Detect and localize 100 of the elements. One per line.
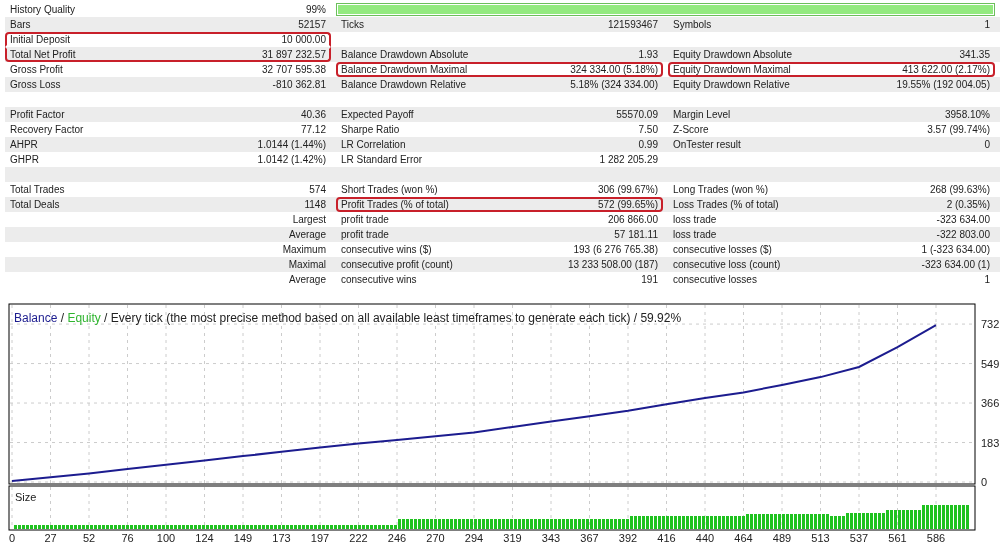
stat-label: profit trade <box>341 214 389 225</box>
stat-value: 324 334.00 (5.18%) <box>570 64 658 75</box>
stat-value: 2 (0.35%) <box>946 199 990 210</box>
stat-value: 0 <box>984 139 990 150</box>
x-axis-label: 440 <box>695 532 715 544</box>
stat-value: 40.36 <box>300 109 326 120</box>
stat-value: 306 (99.67%) <box>597 184 658 195</box>
stat-label: LR Correlation <box>341 139 406 150</box>
stat-value: 268 (99.63%) <box>929 184 990 195</box>
x-axis-label: 367 <box>580 532 599 544</box>
stat-value: 3958.10% <box>944 109 990 120</box>
row-caption: Maximal <box>288 259 326 270</box>
stat-value: 5.18% (324 334.00) <box>570 79 658 90</box>
stat-value: 1.0144 (1.44%) <box>257 139 326 150</box>
x-axis-label: 513 <box>811 532 830 544</box>
chart-title: Balance / Equity / Every tick (the most precise method based on all available least timeframes to generate each tick) / 59.92% <box>14 311 682 325</box>
stat-label: consecutive profit (count) <box>341 259 453 270</box>
stat-label: Initial Deposit <box>10 34 71 45</box>
stat-label: OnTester result <box>673 139 741 150</box>
stat-label: Equity Drawdown Relative <box>673 79 790 90</box>
x-axis-label: 489 <box>772 532 792 544</box>
stat-value: 32 707 595.38 <box>262 64 326 75</box>
x-axis-label: 52 <box>82 532 96 544</box>
stat-label: Short Trades (won %) <box>341 184 438 195</box>
x-axis-label: 124 <box>195 532 214 544</box>
stat-label: Equity Drawdown Maximal <box>673 64 791 75</box>
stat-label: Equity Drawdown Absolute <box>673 49 792 60</box>
stat-label: Symbols <box>673 19 712 30</box>
y-axis-label: 183 <box>981 436 1000 449</box>
x-axis-label: 100 <box>156 532 176 544</box>
stat-value: 10 000.00 <box>281 34 326 45</box>
stat-label: Long Trades (won %) <box>673 184 769 195</box>
stat-value: 206 866.00 <box>607 214 658 225</box>
stat-value: 77.12 <box>300 124 326 135</box>
x-axis-label: 343 <box>541 532 561 544</box>
stat-label: Total Deals <box>10 199 60 210</box>
stat-label: AHPR <box>10 139 38 150</box>
stat-label: Z-Score <box>673 124 709 135</box>
x-axis-label: 222 <box>349 532 368 544</box>
stat-label: loss trade <box>673 229 717 240</box>
x-axis-label: 197 <box>310 532 330 544</box>
row-caption: Average <box>288 229 326 240</box>
stat-value: 1 282 205.29 <box>599 154 658 165</box>
x-axis-label: 561 <box>888 532 907 544</box>
x-axis-label: 586 <box>926 532 946 544</box>
y-axis-label: 366 <box>981 397 1000 410</box>
x-axis-label: 0 <box>8 532 16 544</box>
stat-label: Loss Trades (% of total) <box>673 199 779 210</box>
stat-label: Recovery Factor <box>10 124 84 135</box>
stat-label: consecutive wins ($) <box>341 244 432 255</box>
size-label: Size <box>15 491 37 503</box>
stat-label: consecutive losses <box>673 274 757 285</box>
row-caption: Largest <box>292 214 326 225</box>
stat-label: Balance Drawdown Maximal <box>341 64 468 75</box>
stat-value: 52157 <box>298 19 326 30</box>
stat-value: 7.50 <box>638 124 658 135</box>
stat-value: 19.55% (192 004.05) <box>896 79 990 90</box>
stat-value: -810 362.81 <box>272 79 326 90</box>
stat-label: Ticks <box>341 19 364 30</box>
stat-label: consecutive loss (count) <box>673 259 781 270</box>
stat-label: profit trade <box>341 229 389 240</box>
x-axis-label: 270 <box>426 532 445 544</box>
stat-value: 193 (6 276 765.38) <box>573 244 658 255</box>
stat-value: 191 <box>641 274 658 285</box>
stat-value: 1.0142 (1.42%) <box>257 154 326 165</box>
stat-label: Gross Profit <box>10 64 63 75</box>
stat-value: 572 (99.65%) <box>597 199 658 210</box>
stat-value: 3.57 (99.74%) <box>927 124 990 135</box>
x-axis-label: 392 <box>618 532 638 544</box>
y-axis-label: 549 <box>981 357 1000 370</box>
stat-value: 1.93 <box>638 49 658 60</box>
stat-label: Expected Payoff <box>341 109 414 120</box>
stat-value: 0.99 <box>638 139 658 150</box>
stat-value: 99% <box>306 4 326 15</box>
x-axis-label: 294 <box>464 532 484 544</box>
row-caption: Average <box>288 274 326 285</box>
x-axis-label: 76 <box>121 532 134 544</box>
stat-label: Bars <box>10 19 31 30</box>
stat-label: Margin Level <box>673 109 731 120</box>
row-caption: Maximum <box>282 244 326 255</box>
stat-label: Gross Loss <box>10 79 61 90</box>
stat-label: consecutive wins <box>341 274 417 285</box>
stat-value: 1 (-323 634.00) <box>921 244 990 255</box>
stat-label: GHPR <box>10 154 39 165</box>
stat-value: 13 233 508.00 (187) <box>567 259 658 270</box>
x-axis-label: 464 <box>734 532 753 544</box>
stat-value: 341.35 <box>959 49 990 60</box>
stat-label: Sharpe Ratio <box>341 124 400 135</box>
stat-label: Total Net Profit <box>10 49 76 60</box>
y-axis-label: 0 <box>981 476 988 488</box>
stat-value: -323 634.00 (1) <box>921 259 990 270</box>
stat-value: 57 181.11 <box>614 229 658 240</box>
stat-value: 1 <box>984 19 990 30</box>
stat-value: 55570.09 <box>616 109 658 120</box>
y-axis-label: 732 <box>981 318 1000 331</box>
stat-value: 574 <box>309 184 326 195</box>
stat-label: Balance Drawdown Relative <box>341 79 467 90</box>
stat-value: 121593467 <box>607 19 658 30</box>
x-axis-label: 149 <box>233 532 253 544</box>
stat-label: Balance Drawdown Absolute <box>341 49 469 60</box>
